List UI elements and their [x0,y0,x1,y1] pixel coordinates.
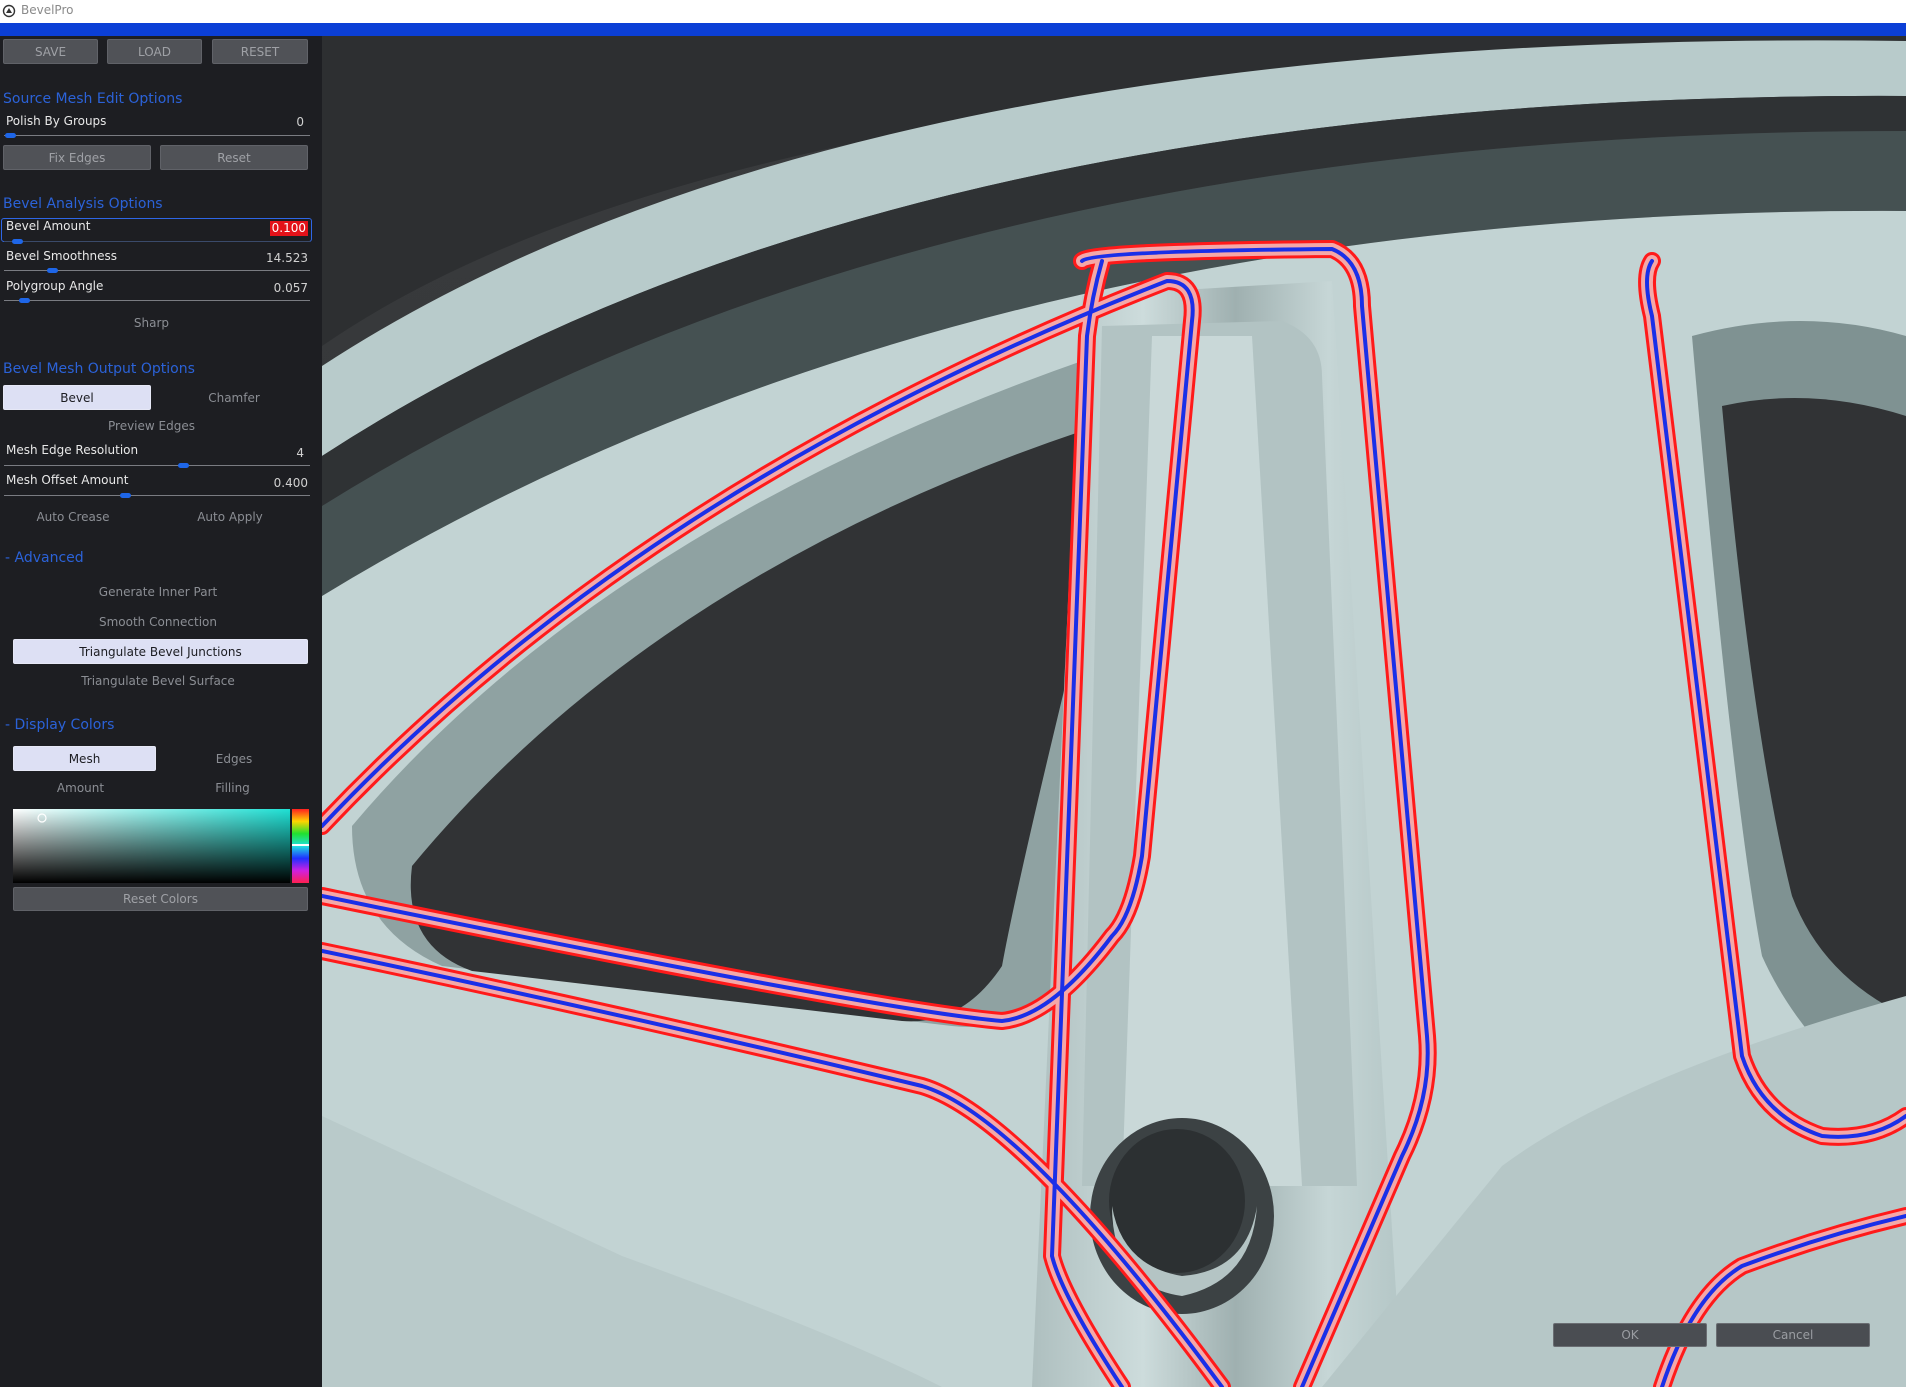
polish-by-groups-label: Polish By Groups [6,114,107,128]
fix-edges-button[interactable]: Fix Edges [3,145,151,170]
bevel-smoothness-value: 14.523 [266,251,308,265]
bevel-analysis-heading: Bevel Analysis Options [3,196,163,212]
sharp-toggle[interactable]: Sharp [3,316,300,330]
mesh-color-tab[interactable]: Mesh [13,746,156,771]
polish-by-groups-slider[interactable] [4,133,310,138]
display-colors-heading[interactable]: - Display Colors [5,717,114,733]
slider-handle[interactable] [47,268,58,273]
triangulate-bevel-junctions-button[interactable]: Triangulate Bevel Junctions [13,639,308,664]
3d-viewport[interactable]: OK Cancel [322,36,1906,1387]
bevel-output-heading: Bevel Mesh Output Options [3,361,195,377]
polygroup-angle-value: 0.057 [273,281,308,295]
generate-inner-part-toggle[interactable]: Generate Inner Part [13,585,303,599]
hue-slider[interactable] [292,809,309,883]
slider-handle[interactable] [19,298,30,303]
ok-button[interactable]: OK [1553,1323,1707,1347]
polish-by-groups-value: 0 [296,115,304,129]
triangulate-bevel-surface-toggle[interactable]: Triangulate Bevel Surface [13,674,303,688]
mesh-offset-amount-value: 0.400 [273,476,308,490]
chamfer-mode-button[interactable]: Chamfer [160,385,308,410]
slider-handle[interactable] [120,493,131,498]
load-button[interactable]: LOAD [107,39,202,64]
slider-handle[interactable] [178,463,189,468]
bevel-mode-button[interactable]: Bevel [3,385,151,410]
mesh-edge-resolution-label: Mesh Edge Resolution [6,443,139,457]
color-picker-field[interactable] [13,809,290,883]
mesh-offset-amount-label: Mesh Offset Amount [6,473,129,487]
advanced-heading[interactable]: - Advanced [5,550,84,566]
polygroup-angle-label: Polygroup Angle [6,279,104,293]
reset-all-button[interactable]: RESET [212,39,308,64]
polygroup-angle-slider[interactable] [4,298,310,303]
title-bar: BevelPro [0,0,1906,23]
bevel-amount-value[interactable]: 0.100 [269,221,308,236]
bevel-amount-slider[interactable] [4,239,310,244]
preview-edges-toggle[interactable]: Preview Edges [3,419,300,433]
smooth-connection-toggle[interactable]: Smooth Connection [13,615,303,629]
mesh-offset-amount-slider[interactable] [4,493,310,498]
mesh-edge-resolution-slider[interactable] [4,463,310,468]
bevel-amount-label: Bevel Amount [6,219,91,233]
slider-handle[interactable] [5,133,16,138]
bevel-smoothness-slider[interactable] [4,268,310,273]
color-picker-cursor[interactable] [36,812,48,824]
source-reset-button[interactable]: Reset [160,145,308,170]
amount-color-tab[interactable]: Amount [13,781,148,795]
app-icon [2,4,16,18]
bevel-smoothness-label: Bevel Smoothness [6,249,118,263]
window-title: BevelPro [21,3,74,17]
reset-colors-button[interactable]: Reset Colors [13,887,308,911]
auto-crease-toggle[interactable]: Auto Crease [3,510,143,524]
slider-handle[interactable] [12,239,23,244]
source-mesh-heading: Source Mesh Edit Options [3,91,183,107]
mesh-edge-resolution-value: 4 [296,446,304,460]
settings-panel: SAVE LOAD RESET Source Mesh Edit Options… [0,36,322,1387]
wheel-render [322,36,1906,1387]
cancel-button[interactable]: Cancel [1716,1323,1870,1347]
auto-apply-toggle[interactable]: Auto Apply [160,510,300,524]
edges-color-tab[interactable]: Edges [160,746,308,771]
accent-bar [0,23,1906,36]
save-button[interactable]: SAVE [3,39,98,64]
filling-color-tab[interactable]: Filling [160,781,305,795]
hue-slider-handle[interactable] [292,844,309,846]
